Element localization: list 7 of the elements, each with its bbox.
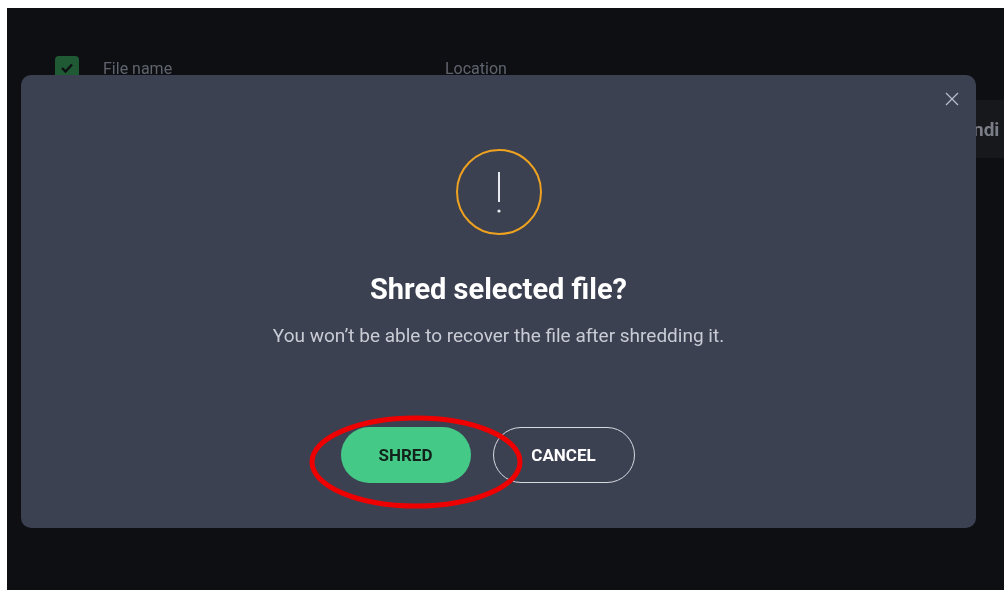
dialog-title: Shred selected file? xyxy=(369,272,628,306)
shred-button[interactable]: SHRED xyxy=(340,427,471,483)
column-header: File name xyxy=(103,58,174,78)
warning-icon xyxy=(454,148,543,236)
close-icon[interactable] xyxy=(945,92,959,106)
dialog-message: You won’t be able to recover the file after shredding it. xyxy=(272,324,725,347)
column-header: Location xyxy=(445,58,507,78)
